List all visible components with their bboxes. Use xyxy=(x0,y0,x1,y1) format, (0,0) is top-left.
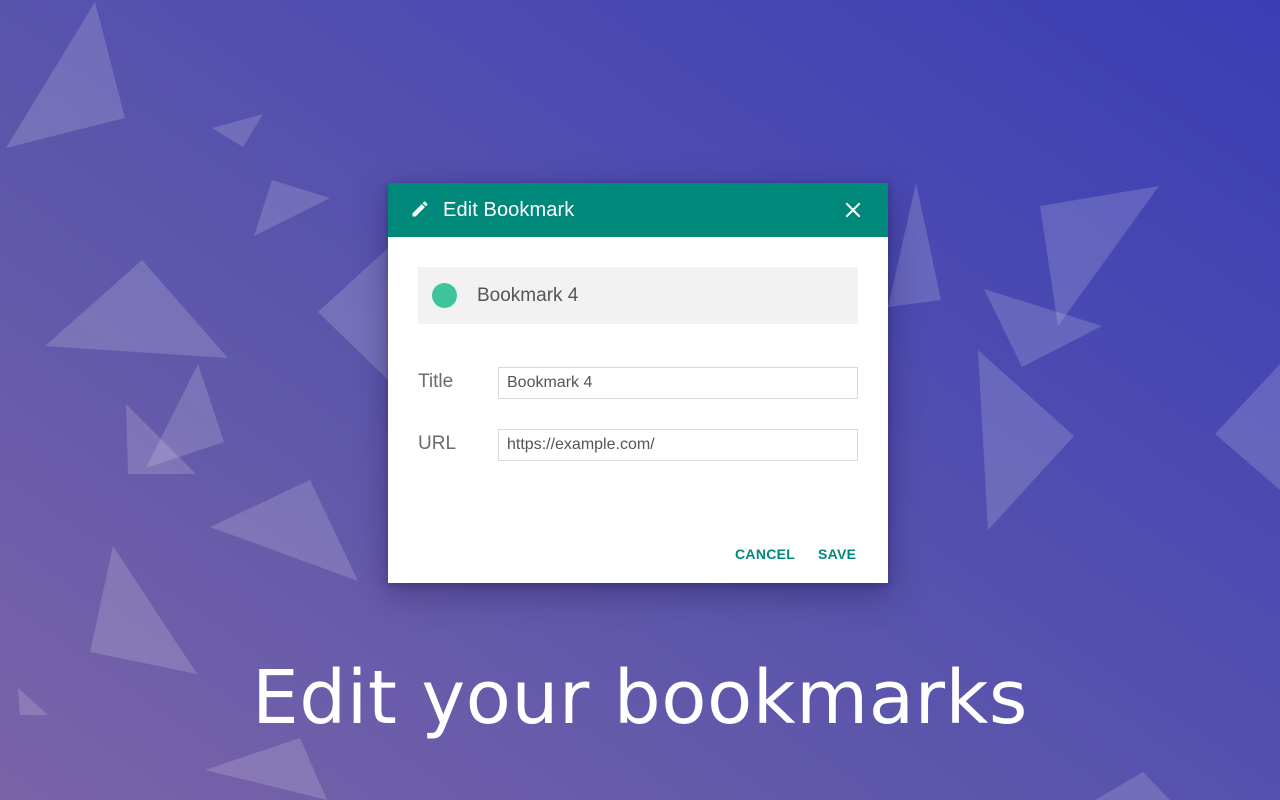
url-input[interactable] xyxy=(498,429,858,461)
title-field-label: Title xyxy=(418,371,454,392)
edit-bookmark-dialog: Edit Bookmark Bookmark 4 Title URL CANCE… xyxy=(388,183,888,583)
tagline: Edit your bookmarks xyxy=(252,655,1028,741)
pencil-icon xyxy=(410,199,430,219)
close-icon xyxy=(845,202,861,218)
close-button[interactable] xyxy=(844,201,862,219)
bookmark-preview: Bookmark 4 xyxy=(418,267,858,324)
save-button[interactable]: SAVE xyxy=(818,545,856,563)
cancel-button[interactable]: CANCEL xyxy=(735,545,795,563)
dialog-title: Edit Bookmark xyxy=(443,199,575,221)
bookmark-color-dot xyxy=(432,283,457,308)
title-input[interactable] xyxy=(498,367,858,399)
dialog-header: Edit Bookmark xyxy=(388,183,888,237)
bookmark-preview-title: Bookmark 4 xyxy=(477,285,579,306)
url-field-label: URL xyxy=(418,433,457,454)
